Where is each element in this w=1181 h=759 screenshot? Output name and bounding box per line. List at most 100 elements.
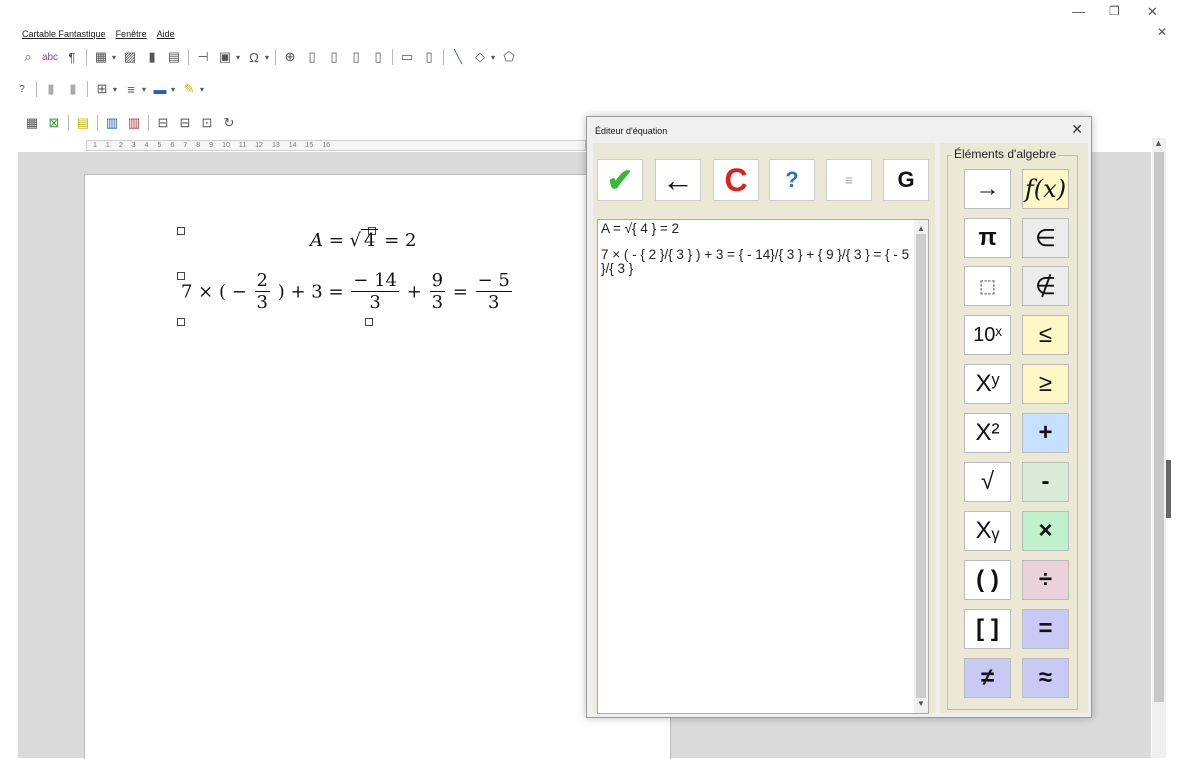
minus-button[interactable]: - [1022, 462, 1069, 502]
power-button[interactable]: Xʸ [964, 364, 1011, 404]
align-button[interactable]: ≡ [826, 159, 872, 201]
highlight-color-icon[interactable]: ✎ [181, 81, 197, 97]
spellcheck-icon[interactable]: abc [42, 49, 58, 65]
greater-equal-button[interactable]: ≥ [1022, 364, 1069, 404]
separator [97, 115, 98, 131]
equation-2[interactable]: 7 × ( − 2 3 ) + 3 = − 14 3 + 9 3 = − 5 3 [181, 271, 514, 314]
cross-ref-icon[interactable]: ▯ [370, 49, 386, 65]
comment-icon[interactable]: ▭ [399, 49, 415, 65]
page-break-icon[interactable]: ⊣ [195, 49, 211, 65]
table-grid-icon[interactable]: ▦ [24, 115, 40, 131]
element-of-button[interactable]: ∈ [1022, 218, 1069, 258]
menu-aide[interactable]: Aide [157, 29, 175, 39]
separator [275, 49, 277, 65]
pi-button[interactable]: π [964, 218, 1011, 258]
frame-icon[interactable]: ⊟ [155, 115, 171, 131]
help-small-icon[interactable]: ? [14, 81, 30, 97]
clear-button[interactable]: C [713, 159, 759, 201]
textbox-icon[interactable]: ▤ [166, 49, 182, 65]
frame3-icon[interactable]: ⊡ [199, 115, 215, 131]
less-equal-button[interactable]: ≤ [1022, 315, 1069, 355]
rotate-icon[interactable]: ↻ [221, 115, 237, 131]
fraction-button[interactable]: ⬚ [964, 266, 1011, 306]
endnote-icon[interactable]: ▯ [326, 49, 342, 65]
validate-button[interactable]: ✔ [597, 159, 643, 201]
text-scrollbar[interactable]: ▲ ▼ [914, 220, 928, 713]
draw-icon[interactable]: ⬠ [501, 49, 517, 65]
dropdown-arrow-icon[interactable]: ▾ [113, 85, 117, 94]
table-icon[interactable]: ▦ [93, 49, 109, 65]
close-window-button[interactable]: ✕ [1147, 4, 1158, 20]
scroll-down-icon[interactable]: ▼ [917, 697, 925, 711]
border-color-icon[interactable]: ▬ [152, 81, 168, 97]
function-button[interactable]: f(x) [1022, 169, 1069, 209]
help-button[interactable]: ? [769, 159, 815, 201]
subscript-button[interactable]: Xᵧ [964, 511, 1011, 551]
hyperlink-icon[interactable]: ⊕ [282, 49, 298, 65]
minimize-button[interactable]: — [1072, 4, 1085, 19]
shape-icon[interactable]: ◇ [472, 49, 488, 65]
dropdown-arrow-icon[interactable]: ▾ [265, 53, 269, 62]
sidebar-toggle[interactable] [1166, 460, 1171, 518]
not-equal-button[interactable]: ≠ [964, 658, 1011, 698]
image-icon[interactable]: ▨ [122, 49, 138, 65]
field-icon[interactable]: ▣ [217, 49, 233, 65]
square-button[interactable]: X² [964, 413, 1011, 453]
scrollbar-thumb[interactable] [1154, 152, 1164, 702]
find-replace-icon[interactable]: ⌕ [20, 49, 36, 65]
insert-column-icon[interactable]: ▥ [104, 115, 120, 131]
border-style-icon[interactable]: ≡ [123, 81, 139, 97]
restore-button[interactable]: ❐ [1109, 4, 1120, 18]
clear-icon: C [724, 161, 748, 198]
brackets-button[interactable]: [ ] [964, 609, 1011, 649]
delete-column-icon[interactable]: ▥ [126, 115, 142, 131]
dropdown-arrow-icon[interactable]: ▾ [142, 85, 146, 94]
dropdown-arrow-icon[interactable]: ▾ [491, 53, 495, 62]
dropdown-arrow-icon[interactable]: ▾ [171, 85, 175, 94]
selection-handle[interactable] [365, 318, 373, 326]
paragraph-style2-icon[interactable]: ▮ [65, 81, 81, 97]
dropdown-arrow-icon[interactable]: ▾ [200, 85, 204, 94]
footnote-icon[interactable]: ▯ [304, 49, 320, 65]
power-of-ten-button[interactable]: 10ˣ [964, 315, 1011, 355]
menu-fenetre[interactable]: Fenêtre [116, 29, 147, 39]
multiply-button[interactable]: × [1022, 511, 1069, 551]
equals-button[interactable]: = [1022, 609, 1069, 649]
equation-1[interactable]: A = √ 4 = 2 [310, 229, 416, 251]
bold-button[interactable]: G [883, 159, 929, 201]
approx-button[interactable]: ≈ [1022, 658, 1069, 698]
eq2-start: 7 × ( − [181, 281, 247, 303]
divide-button[interactable]: ÷ [1022, 560, 1069, 600]
delete-table-icon[interactable]: ⊠ [46, 115, 62, 131]
document-page[interactable]: A = √ 4 = 2 7 × ( − 2 3 ) + 3 = − 14 3 + … [84, 174, 671, 759]
selection-handle[interactable] [177, 318, 185, 326]
selection-handle[interactable] [177, 227, 185, 235]
close-document-button[interactable]: ✕ [1157, 25, 1167, 39]
bookmark-icon[interactable]: ▯ [348, 49, 364, 65]
chart-icon[interactable]: ▮ [144, 49, 160, 65]
dialog-close-button[interactable]: ✕ [1071, 121, 1083, 138]
scrollbar-thumb[interactable] [916, 234, 926, 698]
square-root-button[interactable]: √ [964, 462, 1011, 502]
special-char-icon[interactable]: Ω [246, 49, 262, 65]
frame2-icon[interactable]: ⊟ [177, 115, 193, 131]
arrow-right-button[interactable]: → [964, 169, 1011, 209]
parentheses-button[interactable]: ( ) [964, 560, 1011, 600]
horizontal-ruler[interactable]: 1 1 2 3 4 5 6 7 8 9 10 11 12 13 14 15 16 [86, 140, 586, 151]
back-button[interactable]: ← [655, 159, 701, 201]
not-element-of-button[interactable]: ∉ [1022, 266, 1069, 306]
paragraph-style-icon[interactable]: ▮ [43, 81, 59, 97]
line-icon[interactable]: ╲ [450, 49, 466, 65]
dropdown-arrow-icon[interactable]: ▾ [112, 53, 116, 62]
plus-button[interactable]: + [1022, 413, 1069, 453]
formatting-marks-icon[interactable]: ¶ [64, 49, 80, 65]
track-changes-icon[interactable]: ▯ [421, 49, 437, 65]
dropdown-arrow-icon[interactable]: ▾ [236, 53, 240, 62]
equation-text-area[interactable]: A = √{ 4 } = 2 7 × ( - { 2 }/{ 3 } ) + 3… [597, 219, 929, 714]
borders-icon[interactable]: ⊞ [94, 81, 110, 97]
scroll-up-icon[interactable]: ▲ [1154, 138, 1163, 148]
merge-cells-icon[interactable]: ▤ [75, 115, 91, 131]
fraction-denominator: 3 [487, 292, 500, 313]
menu-cartable[interactable]: Cartable Fantastique [22, 29, 106, 39]
vertical-scrollbar[interactable]: ▲ [1152, 138, 1166, 758]
